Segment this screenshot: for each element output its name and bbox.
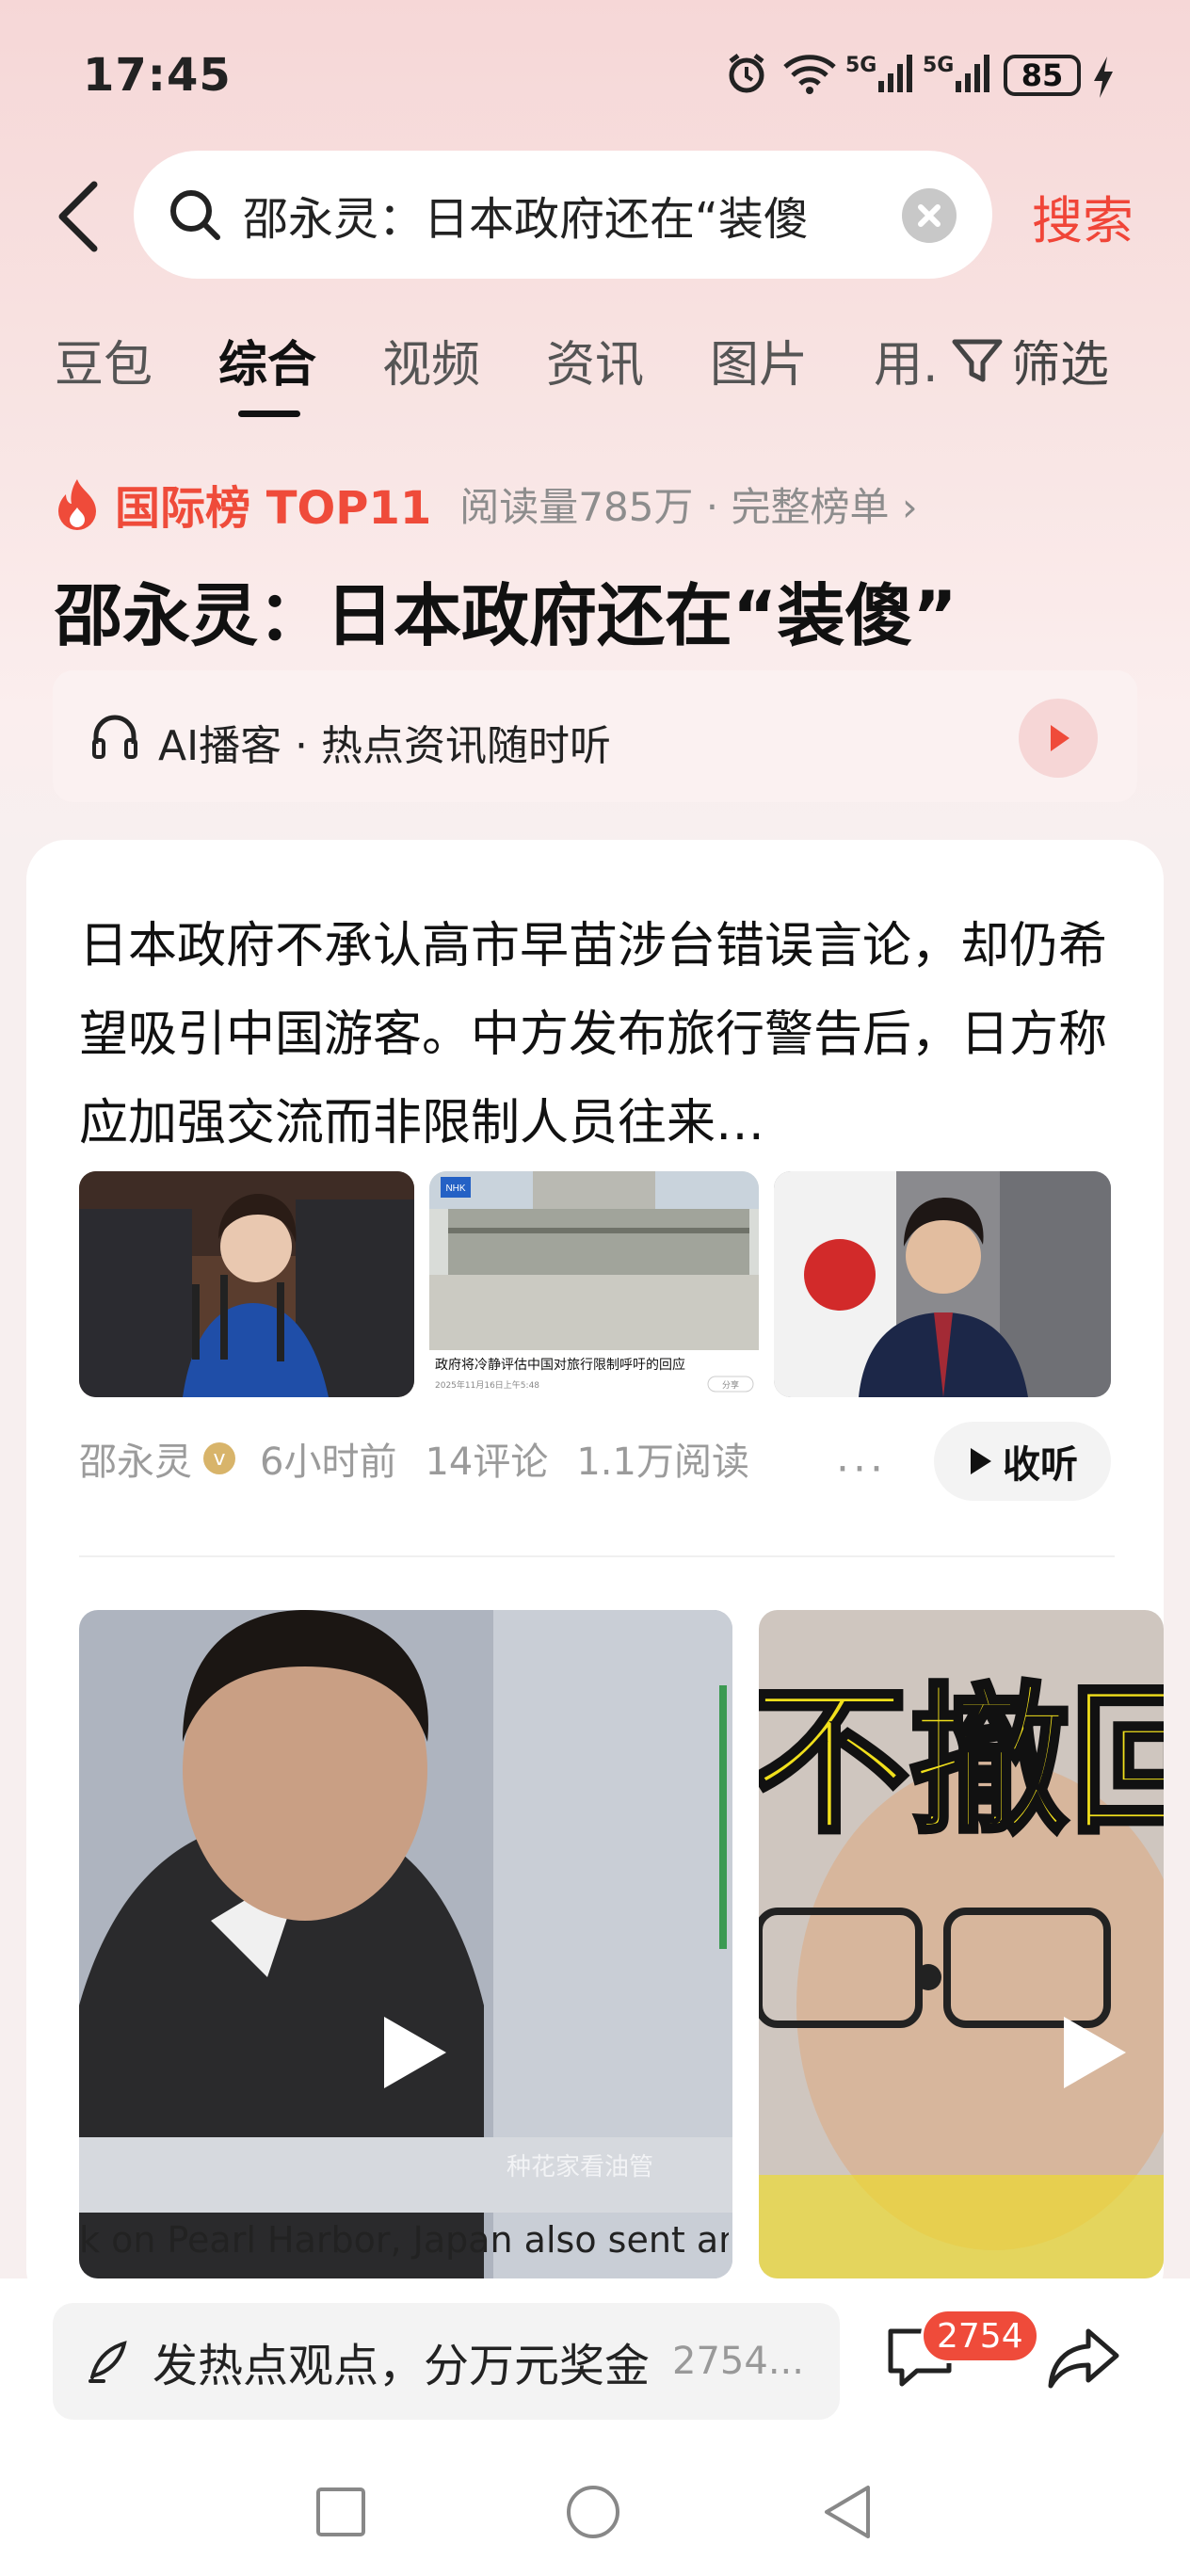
signal-icon-1: 5G	[845, 49, 914, 98]
search-input[interactable]: 邵永灵：日本政府还在“装傻	[243, 182, 902, 248]
back-nav-icon[interactable]	[821, 2484, 874, 2540]
comment-count-inline: 2754...	[672, 2340, 804, 2383]
tab-images[interactable]: 图片	[710, 325, 808, 395]
listen-button[interactable]: 收听	[934, 1422, 1111, 1501]
svg-text:NHK: NHK	[445, 1183, 465, 1194]
tab-comprehensive[interactable]: 综合	[218, 325, 316, 395]
comment-placeholder: 发热点观点，分万元奖金	[153, 2340, 651, 2392]
comment-badge: 2754	[921, 2309, 1039, 2363]
author-name[interactable]: 邵永灵	[79, 1431, 192, 1486]
headphone-icon	[92, 715, 137, 759]
more-button[interactable]: ···	[836, 1445, 887, 1493]
video-caption: k on Pearl Harbor, Japan also sent an	[79, 2219, 729, 2261]
thumbnail-1[interactable]	[79, 1171, 414, 1397]
tab-video[interactable]: 视频	[382, 325, 480, 395]
status-time: 17:45	[83, 49, 232, 102]
ai-podcast-label: AI播客 · 热点资讯随时听	[158, 722, 612, 770]
article-meta: 邵永灵 v 6小时前 14评论 1.1万阅读	[79, 1431, 749, 1486]
home-icon[interactable]	[565, 2484, 621, 2540]
video-thumbnail-1[interactable]: 种花家看油管	[79, 1610, 732, 2278]
video-watermark: 种花家看油管	[507, 2153, 653, 2182]
video-thumbnail-2[interactable]: 不撤回	[759, 1610, 1164, 2278]
read-count: 1.1万阅读	[576, 1441, 749, 1484]
play-icon	[971, 1448, 991, 1474]
tab-news[interactable]: 资讯	[546, 325, 644, 395]
thumbnail-2-share: 分享	[722, 1379, 739, 1391]
comment-count: 14评论	[425, 1441, 549, 1484]
video-overlay-text: 不撤回	[759, 1669, 1164, 1856]
clear-search-button[interactable]	[902, 188, 957, 243]
pen-icon	[88, 2341, 127, 2383]
divider	[79, 1555, 1115, 1557]
verified-icon: v	[203, 1442, 235, 1474]
battery-indicator: 85	[1004, 55, 1081, 96]
charging-icon	[1092, 56, 1115, 102]
rank-meta-link[interactable]: 阅读量785万 · 完整榜单 ›	[459, 475, 917, 533]
publish-time: 6小时前	[260, 1441, 397, 1484]
page-title: 邵永灵：日本政府还在“装傻”	[55, 576, 957, 655]
search-box[interactable]: 邵永灵：日本政府还在“装傻	[134, 151, 992, 279]
play-icon	[1064, 2017, 1126, 2088]
filter-icon	[952, 339, 1003, 381]
wifi-icon	[781, 49, 838, 98]
thumbnail-2[interactable]: NHK 政府将冷静评估中国对旅行限制呼吁的回应 2025年11月16日上午5:4…	[429, 1171, 759, 1397]
search-button[interactable]: 搜索	[1032, 179, 1134, 253]
search-icon	[170, 190, 220, 240]
article-summary[interactable]: 日本政府不承认高市早苗涉台错误言论，却仍希望吸引中国游客。中方发布旅行警告后，日…	[79, 902, 1134, 1167]
tab-doubao[interactable]: 豆包	[55, 325, 153, 395]
back-button[interactable]	[53, 179, 109, 254]
play-icon	[384, 2017, 446, 2088]
tab-user[interactable]: 用...	[874, 325, 940, 395]
ai-play-button[interactable]	[1019, 699, 1098, 778]
thumbnail-2-date: 2025年11月16日上午5:48	[435, 1379, 539, 1391]
rank-label: 国际榜 TOP11	[115, 482, 432, 535]
filter-button[interactable]: 筛选	[951, 325, 1109, 395]
rank-line[interactable]: 国际榜 TOP11 阅读量785万 · 完整榜单 ›	[55, 471, 918, 537]
filter-label: 筛选	[1011, 337, 1110, 394]
alarm-icon	[725, 49, 768, 98]
thumbnail-3[interactable]	[774, 1171, 1111, 1397]
comment-input[interactable]: 发热点观点，分万元奖金 2754...	[53, 2303, 840, 2420]
fire-icon	[58, 479, 96, 530]
ai-podcast-bar[interactable]: AI播客 · 热点资讯随时听	[53, 670, 1137, 802]
listen-label: 收听	[1003, 1443, 1078, 1487]
active-tab-indicator	[238, 411, 300, 417]
share-icon[interactable]	[1047, 2326, 1120, 2391]
signal-icon-2: 5G	[923, 49, 991, 98]
system-nav-bar	[0, 2448, 1190, 2576]
thumbnail-2-caption: 政府将冷静评估中国对旅行限制呼吁的回应	[435, 1357, 685, 1373]
recent-apps-icon[interactable]	[314, 2486, 367, 2538]
